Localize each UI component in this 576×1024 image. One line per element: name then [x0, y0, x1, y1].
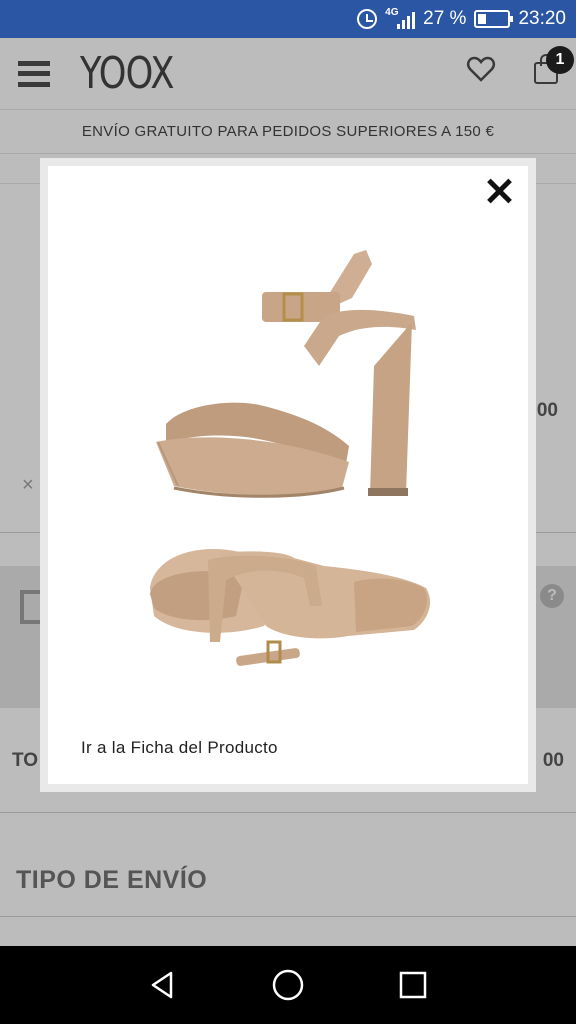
- product-detail-link[interactable]: Ir a la Ficha del Producto: [81, 738, 278, 758]
- divider: [0, 916, 576, 917]
- status-bar: 4G 27 % 23:20: [0, 0, 576, 38]
- logo[interactable]: YOOX: [80, 48, 174, 99]
- remove-item-icon[interactable]: ×: [22, 474, 34, 497]
- help-icon[interactable]: ?: [540, 584, 564, 608]
- app-header: YOOX 1: [0, 38, 576, 110]
- battery-percent: 27 %: [423, 8, 467, 29]
- product-modal: Ir a la Ficha del Producto: [48, 166, 528, 784]
- cart-count-badge: 1: [546, 46, 574, 74]
- back-icon[interactable]: [143, 965, 183, 1005]
- item-price-partial: 00: [536, 400, 558, 421]
- shipping-type-title: TIPO DE ENVÍO: [16, 866, 208, 894]
- bag-icon[interactable]: 1: [532, 46, 574, 84]
- menu-icon[interactable]: [18, 60, 50, 87]
- close-icon[interactable]: [484, 176, 514, 206]
- heart-icon[interactable]: [466, 54, 496, 84]
- total-price-partial: 00: [542, 750, 564, 771]
- battery-icon: [474, 10, 514, 28]
- alarm-icon: [357, 9, 378, 29]
- recents-icon[interactable]: [393, 965, 433, 1005]
- signal-icon: 4G: [385, 7, 416, 31]
- divider: [0, 812, 576, 813]
- product-image: [150, 250, 431, 666]
- shipping-banner: ENVÍO GRATUITO PARA PEDIDOS SUPERIORES A…: [0, 110, 576, 154]
- clock: 23:20: [518, 8, 566, 29]
- home-icon[interactable]: [268, 965, 308, 1005]
- system-nav-bar: [0, 946, 576, 1024]
- total-label-partial: TO: [12, 750, 39, 771]
